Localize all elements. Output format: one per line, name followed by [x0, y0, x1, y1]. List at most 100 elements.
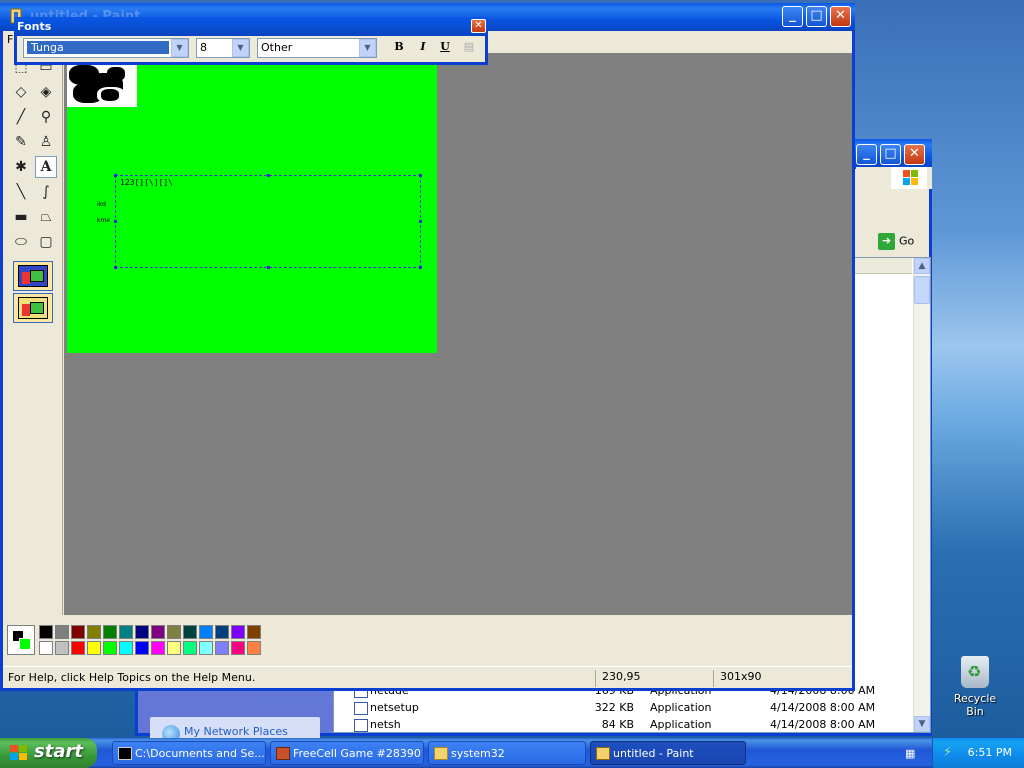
palette-swatch[interactable]: [151, 625, 165, 639]
palette-swatch[interactable]: [215, 625, 229, 639]
paint-maximize-button[interactable]: □: [806, 6, 827, 27]
start-button[interactable]: start: [0, 738, 97, 768]
column-header[interactable]: [852, 258, 912, 274]
current-colors[interactable]: [7, 625, 35, 655]
brush-icon[interactable]: ♙: [35, 131, 57, 153]
opaque-background-option[interactable]: [13, 261, 53, 291]
file-type: Application: [650, 718, 712, 731]
palette-swatch[interactable]: [39, 641, 53, 655]
bold-button[interactable]: B: [389, 40, 409, 56]
airbrush-icon[interactable]: ✱: [10, 156, 32, 178]
palette-swatch[interactable]: [247, 625, 261, 639]
palette-swatch[interactable]: [87, 625, 101, 639]
network-tray-icon[interactable]: ⚡: [943, 746, 957, 760]
fill-bucket-icon[interactable]: ◈: [35, 81, 57, 103]
palette-swatch[interactable]: [199, 625, 213, 639]
palette-swatch[interactable]: [71, 641, 85, 655]
paint-menu-file[interactable]: F: [7, 33, 13, 51]
workspace: ikd kme 123[][\][]\: [64, 53, 852, 615]
scroll-down-icon[interactable]: ▼: [914, 716, 930, 732]
palette-swatch[interactable]: [167, 625, 181, 639]
transparent-background-option[interactable]: [13, 293, 53, 323]
recycle-bin[interactable]: Recycle Bin: [944, 656, 1006, 718]
palette-swatch[interactable]: [87, 641, 101, 655]
scroll-thumb[interactable]: [914, 276, 930, 304]
palette-swatch[interactable]: [135, 641, 149, 655]
taskbar-item-system32[interactable]: system32: [428, 741, 586, 765]
explorer-minimize-button[interactable]: _: [856, 144, 877, 165]
drawing-canvas[interactable]: ikd kme 123[][\][]\: [67, 65, 437, 353]
color-palette: [3, 617, 852, 663]
fonts-close-button[interactable]: ✕: [471, 19, 486, 33]
file-date: 4/14/2008 8:00 AM: [770, 701, 876, 714]
palette-swatch[interactable]: [215, 641, 229, 655]
canvas-side-label: ikd: [97, 201, 106, 208]
scribble-image: [67, 65, 137, 107]
palette-swatch[interactable]: [135, 625, 149, 639]
taskbar-item-freecell[interactable]: FreeCell Game #28390: [270, 741, 424, 765]
ellipse-icon[interactable]: ⬭: [10, 231, 32, 253]
toolbox: ⬚ ▭ ◇ ◈ ╱ ⚲ ✎ ♙ ✱ A ╲ ∫ ▬ ⏢ ⬭ ▢: [3, 53, 63, 615]
paint-icon: [596, 747, 610, 760]
font-size-select[interactable]: 8 ▼: [196, 38, 250, 58]
palette-swatch[interactable]: [71, 625, 85, 639]
vertical-text-icon[interactable]: ▤: [459, 40, 479, 56]
chevron-down-icon[interactable]: ▼: [232, 39, 249, 57]
magnifier-icon[interactable]: ⚲: [35, 106, 57, 128]
palette-swatch[interactable]: [183, 641, 197, 655]
chevron-down-icon[interactable]: ▼: [359, 39, 376, 57]
font-script-select[interactable]: Other ▼: [257, 38, 377, 58]
paint-minimize-button[interactable]: _: [782, 6, 803, 27]
task-label: untitled - Paint: [613, 747, 694, 760]
palette-swatch[interactable]: [199, 641, 213, 655]
font-script-value: Other: [261, 41, 293, 54]
palette-swatch[interactable]: [103, 641, 117, 655]
taskbar: start C:\Documents and Se... FreeCell Ga…: [0, 738, 1024, 768]
taskbar-item-command-prompt[interactable]: C:\Documents and Se...: [112, 741, 266, 765]
palette-swatch[interactable]: [231, 641, 245, 655]
task-label: FreeCell Game #28390: [293, 747, 421, 760]
clock[interactable]: 6:51 PM: [968, 746, 1012, 759]
palette-swatch[interactable]: [231, 625, 245, 639]
paint-close-button[interactable]: ✕: [830, 6, 851, 27]
taskbar-item-paint[interactable]: untitled - Paint: [590, 741, 746, 765]
italic-button[interactable]: I: [413, 40, 433, 56]
text-tool-icon[interactable]: A: [35, 156, 57, 178]
scroll-up-icon[interactable]: ▲: [914, 258, 930, 274]
palette-swatch[interactable]: [103, 625, 117, 639]
file-date: 4/14/2008 8:00 AM: [770, 718, 876, 731]
line-icon[interactable]: ╲: [10, 181, 32, 203]
text-box-content[interactable]: 123[][\][]\: [120, 178, 173, 187]
rectangle-icon[interactable]: ▬: [10, 206, 32, 228]
fonts-title-bar[interactable]: Fonts ✕: [14, 17, 488, 36]
palette-swatch[interactable]: [119, 625, 133, 639]
eraser-icon[interactable]: ◇: [10, 81, 32, 103]
file-list-scrollbar[interactable]: ▲ ▼: [913, 258, 930, 732]
color-picker-icon[interactable]: ╱: [10, 106, 32, 128]
recycle-bin-label: Recycle Bin: [953, 692, 997, 718]
curve-icon[interactable]: ∫: [35, 181, 57, 203]
palette-swatch[interactable]: [119, 641, 133, 655]
pencil-icon[interactable]: ✎: [10, 131, 32, 153]
text-box[interactable]: 123[][\][]\: [114, 174, 422, 269]
explorer-maximize-button[interactable]: □: [880, 144, 901, 165]
polygon-icon[interactable]: ⏢: [35, 206, 57, 228]
go-button[interactable]: ➜ Go: [878, 233, 922, 251]
palette-swatch[interactable]: [39, 625, 53, 639]
palette-swatch[interactable]: [55, 625, 69, 639]
underline-button[interactable]: U: [435, 40, 455, 56]
palette-swatch[interactable]: [151, 641, 165, 655]
file-size: 84 KB: [601, 718, 634, 731]
palette-swatch[interactable]: [167, 641, 181, 655]
palette-swatch[interactable]: [55, 641, 69, 655]
windows-flag-icon: [10, 745, 28, 761]
chevron-down-icon[interactable]: ▼: [171, 39, 188, 57]
palette-swatch[interactable]: [183, 625, 197, 639]
rounded-rect-icon[interactable]: ▢: [35, 231, 57, 253]
font-name-select[interactable]: Tunga ▼: [23, 38, 189, 58]
explorer-close-button[interactable]: ✕: [904, 144, 925, 165]
keyboard-icon[interactable]: ▦: [905, 747, 921, 760]
background-color: [19, 638, 31, 650]
palette-swatch[interactable]: [247, 641, 261, 655]
status-help-text: For Help, click Help Topics on the Help …: [8, 671, 256, 684]
